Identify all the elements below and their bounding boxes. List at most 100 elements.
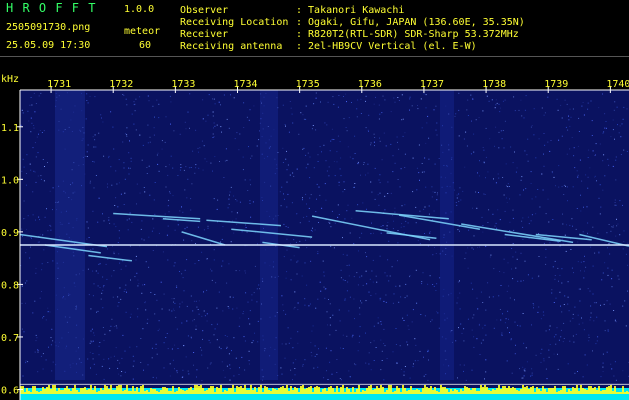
noise-dot (168, 164, 170, 166)
bottom-band-bar (150, 388, 152, 394)
noise-dot (188, 167, 190, 169)
noise-dot (341, 379, 342, 381)
noise-dot (213, 198, 215, 200)
noise-dot (488, 100, 490, 102)
noise-dot (38, 133, 39, 135)
noise-dot (128, 167, 129, 169)
noise-dot (555, 185, 556, 187)
bottom-band-bar (94, 386, 96, 394)
bottom-band-bar (618, 392, 620, 394)
noise-dot (592, 293, 594, 295)
noise-dot (346, 265, 348, 266)
noise-dot (354, 153, 356, 154)
bottom-band-bar (500, 389, 502, 394)
noise-dot (280, 367, 282, 369)
noise-dot (550, 140, 552, 141)
noise-dot (34, 351, 36, 353)
noise-dot (152, 250, 154, 251)
noise-dot (573, 272, 574, 274)
noise-dot (40, 178, 42, 180)
noise-dot (161, 308, 163, 310)
noise-dot (126, 127, 128, 129)
bottom-band-bar (576, 385, 578, 394)
noise-dot (314, 229, 316, 231)
bottom-band-bar (340, 387, 342, 394)
noise-dot (509, 332, 510, 334)
bottom-band-bar (32, 386, 34, 394)
noise-dot (228, 198, 230, 200)
noise-dot (526, 154, 528, 156)
noise-dot (542, 189, 544, 191)
noise-dot (286, 271, 288, 273)
noise-dot (372, 259, 374, 261)
noise-dot (239, 270, 241, 272)
noise-dot (520, 252, 522, 254)
noise-dot (380, 297, 382, 299)
noise-dot (248, 318, 250, 320)
noise-dot (472, 97, 474, 99)
noise-dot (285, 343, 287, 345)
noise-dot (346, 335, 348, 337)
bottom-band-bar (552, 388, 554, 394)
noise-dot (98, 263, 100, 265)
noise-dot (615, 156, 617, 158)
noise-dot (151, 347, 153, 349)
noise-dot (551, 172, 553, 174)
bottom-band-bar (414, 390, 416, 394)
noise-dot (577, 176, 579, 178)
noise-dot (169, 191, 171, 193)
noise-dot (285, 158, 287, 160)
noise-dot (614, 199, 616, 201)
noise-dot (555, 334, 557, 336)
noise-dot (230, 94, 231, 96)
noise-dot (23, 166, 25, 168)
bottom-band-bar (306, 388, 308, 394)
bottom-band-bar (390, 385, 392, 394)
noise-dot (429, 232, 431, 234)
bottom-band-bar (420, 392, 422, 394)
noise-dot (386, 228, 388, 230)
noise-dot (157, 163, 159, 165)
noise-dot (338, 214, 340, 215)
noise-dot (622, 370, 624, 372)
noise-dot (92, 353, 94, 354)
noise-dot (316, 183, 318, 185)
noise-dot (35, 334, 37, 336)
noise-dot (623, 241, 625, 243)
bottom-band-bar (70, 391, 72, 394)
noise-dot (477, 172, 478, 174)
noise-dot (304, 298, 306, 300)
bottom-band-bar (614, 386, 616, 394)
bottom-band-bar (394, 391, 396, 394)
noise-dot (87, 358, 89, 360)
noise-dot (97, 221, 99, 223)
noise-dot (145, 309, 147, 311)
noise-dot (114, 205, 116, 206)
noise-dot (103, 339, 105, 341)
location-value: : Ogaki, Gifu, JAPAN (136.60E, 35.35N) (296, 17, 525, 28)
noise-dot (119, 362, 121, 364)
bottom-band-bar (282, 386, 284, 394)
noise-dot (93, 146, 95, 148)
bottom-band-bar (438, 392, 440, 394)
noise-dot (183, 239, 185, 241)
noise-dot (137, 308, 139, 310)
noise-dot (479, 246, 481, 248)
noise-dot (530, 183, 532, 184)
noise-dot (521, 377, 523, 379)
noise-dot (287, 193, 289, 195)
noise-dot (556, 98, 558, 100)
noise-dot (569, 108, 571, 110)
bottom-band-bar (356, 389, 358, 394)
noise-dot (373, 103, 375, 105)
bottom-band-bar (58, 388, 60, 394)
noise-dot (521, 220, 523, 222)
noise-dot (387, 259, 389, 261)
noise-dot (202, 99, 204, 101)
noise-dot (258, 284, 260, 286)
noise-dot (167, 205, 169, 207)
bottom-band-bar (134, 391, 136, 394)
noise-dot (216, 339, 218, 341)
noise-dot (436, 311, 438, 313)
noise-dot (353, 243, 355, 245)
